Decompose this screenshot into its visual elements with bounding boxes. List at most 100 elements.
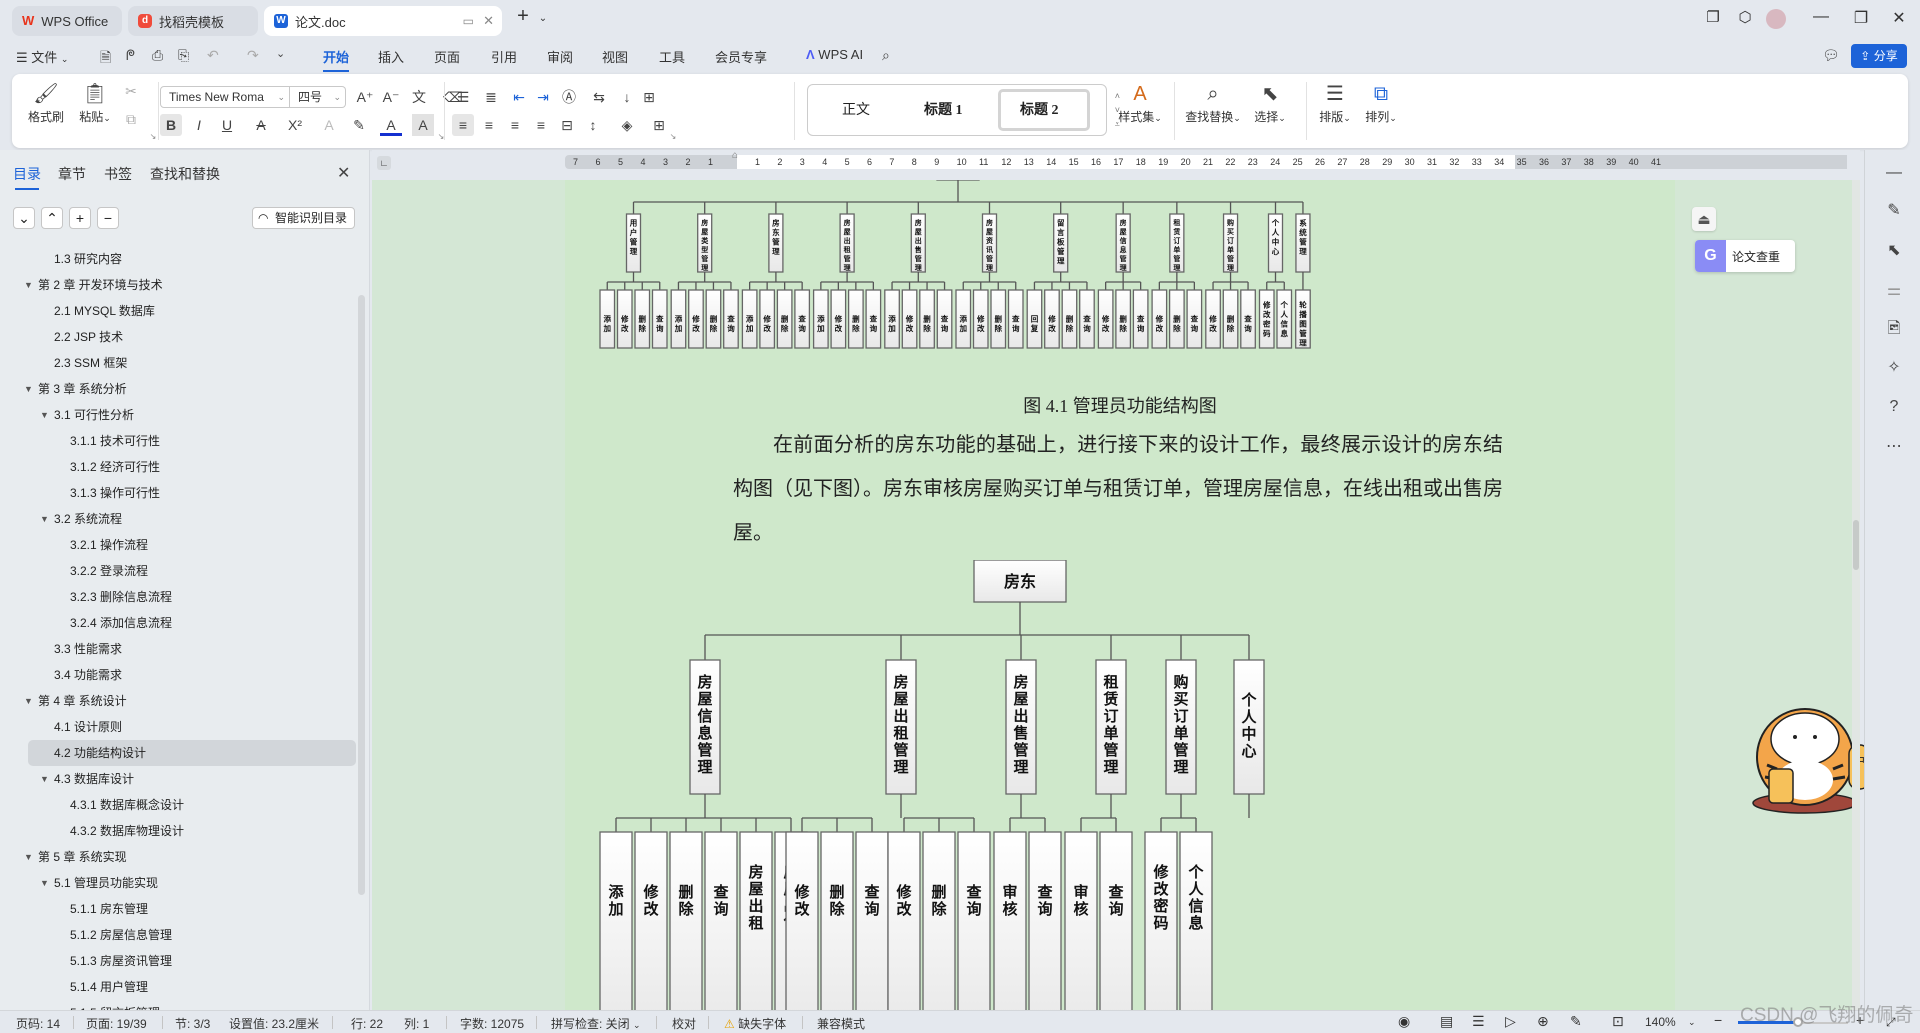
menu-tab-home[interactable]: 开始 <box>323 47 350 72</box>
style-set-button[interactable]: A 样式集⌄ <box>1114 80 1166 125</box>
tab-wps-office[interactable]: W WPS Office <box>12 6 122 36</box>
status-setting-value[interactable]: 设置值: 23.2厘米 <box>229 1015 319 1032</box>
proofread-button[interactable]: 校对 <box>672 1015 696 1032</box>
show-marks-icon[interactable]: ⊞ <box>638 86 660 108</box>
expand-triangle-icon[interactable]: ▼ <box>40 506 49 532</box>
select-cursor-icon[interactable]: ⬉ <box>1883 240 1905 262</box>
pen-mode-icon[interactable]: ✎ <box>1570 1013 1582 1030</box>
paragraph-launcher-icon[interactable]: ↘ <box>662 126 684 148</box>
select-button[interactable]: ⬉ 选择⌄ <box>1248 80 1292 125</box>
comment-bubble-icon[interactable]: 💬︎ <box>1822 47 1840 64</box>
menu-tab-insert[interactable]: 插入 <box>378 47 404 66</box>
zoom-out-button[interactable]: − <box>1714 1012 1722 1028</box>
more-options-icon[interactable]: ⋯ <box>1883 436 1905 458</box>
toc-item[interactable]: 3.1.3 操作可行性 <box>0 480 362 506</box>
play-icon[interactable]: ▷ <box>1505 1013 1516 1030</box>
justify-button[interactable]: ≡ <box>530 114 552 136</box>
tab-document[interactable]: W 论文.doc ▭ ✕ <box>264 6 502 36</box>
cut-icon[interactable]: ✂ <box>120 80 142 102</box>
collapse-up-button[interactable]: ⌃ <box>41 207 63 229</box>
expand-triangle-icon[interactable]: ▼ <box>40 870 49 896</box>
pen-edit-icon[interactable]: ✎ <box>1883 200 1905 222</box>
toc-item[interactable]: 2.1 MYSQL 数据库 <box>0 298 362 324</box>
nav-tab-toc[interactable]: 目录 <box>13 164 41 190</box>
close-window-button[interactable]: ✕ <box>1886 8 1912 28</box>
image-edit-icon[interactable]: 🖻︎ <box>1883 318 1905 340</box>
format-painter-button[interactable]: 🖌︎ 格式刷 <box>26 80 66 125</box>
nav-tab-bookmarks[interactable]: 书签 <box>104 164 132 184</box>
toc-item[interactable]: 4.2 功能结构设计 <box>28 740 356 766</box>
save-icon[interactable]: 🗎 <box>100 47 111 71</box>
status-col[interactable]: 列: 1 <box>404 1015 429 1032</box>
toc-item[interactable]: 3.2.2 登录流程 <box>0 558 362 584</box>
nav-tab-chapters[interactable]: 章节 <box>58 164 86 184</box>
shrink-button[interactable]: − <box>97 207 119 229</box>
toc-item[interactable]: 5.1.1 房东管理 <box>0 896 362 922</box>
spell-check-toggle[interactable]: 拼写检查: 关闭 ⌄ <box>551 1015 641 1032</box>
collapse-down-button[interactable]: ⌄ <box>13 207 35 229</box>
expand-triangle-icon[interactable]: ▼ <box>24 272 33 298</box>
toc-item[interactable]: ▼ 第 4 章 系统设计 <box>0 688 362 714</box>
toc-item[interactable]: 2.2 JSP 技术 <box>0 324 362 350</box>
superscript-button[interactable]: X² <box>284 114 306 136</box>
print-icon[interactable]: ⎙ <box>152 47 163 64</box>
line-direction-icon[interactable]: ⇆ <box>588 86 610 108</box>
pinyin-guide-icon[interactable]: 文 <box>408 86 430 108</box>
redo-icon[interactable]: ↷ <box>247 47 259 64</box>
italic-button[interactable]: I <box>188 114 210 136</box>
eye-protect-icon[interactable]: ◉ <box>1398 1013 1410 1030</box>
menu-tab-review[interactable]: 审阅 <box>547 47 573 66</box>
toc-item[interactable]: 1.3 研究内容 <box>0 246 362 272</box>
undo-icon[interactable]: ↶ <box>207 47 219 64</box>
vertical-scroll-thumb[interactable] <box>1853 520 1859 570</box>
toc-item[interactable]: 5.1.4 用户管理 <box>0 974 362 1000</box>
numbered-list-icon[interactable]: ≣ <box>480 86 502 108</box>
distributed-align-button[interactable]: ⊟ <box>556 114 578 136</box>
status-page-code[interactable]: 页码: 14 <box>16 1015 60 1032</box>
smart-toc-button[interactable]: ◠ 智能识别目录 <box>252 207 355 229</box>
search-icon[interactable]: ⌕ <box>882 47 890 64</box>
highlight-button[interactable]: ✎ <box>348 114 370 136</box>
print-preview-icon[interactable]: ⎘ <box>178 47 189 64</box>
file-menu[interactable]: ☰ 文件 ⌄ <box>16 47 68 66</box>
toc-item[interactable]: 4.3.1 数据库概念设计 <box>0 792 362 818</box>
align-right-button[interactable]: ≡ <box>504 114 526 136</box>
outline-view-icon[interactable]: ☰ <box>1472 1013 1485 1030</box>
export-pdf-icon[interactable]: ᖘ <box>126 47 135 64</box>
zoom-dropdown-icon[interactable]: ⌄ <box>1688 1017 1696 1028</box>
style-heading-2[interactable]: 标题 2 <box>1020 99 1059 119</box>
style-normal[interactable]: 正文 <box>842 99 870 119</box>
web-view-icon[interactable]: ⊕ <box>1537 1013 1549 1030</box>
toc-item[interactable]: ▼ 第 3 章 系统分析 <box>0 376 362 402</box>
align-left-button[interactable]: ≡ <box>452 114 474 136</box>
expand-triangle-icon[interactable]: ▼ <box>24 844 33 870</box>
expand-triangle-icon[interactable]: ▼ <box>24 376 33 402</box>
tab-docer-templates[interactable]: d 找稻壳模板 <box>128 6 258 36</box>
menu-tab-references[interactable]: 引用 <box>491 47 517 66</box>
status-section[interactable]: 节: 3/3 <box>175 1015 210 1032</box>
status-word-count[interactable]: 字数: 12075 <box>460 1015 524 1032</box>
arrange-button[interactable]: ⧉ 排列⌄ <box>1360 80 1402 125</box>
menu-tab-member[interactable]: 会员专享 <box>715 47 767 66</box>
decrease-indent-icon[interactable]: ⇤ <box>508 86 530 108</box>
missing-font-button[interactable]: ⚠ 缺失字体 <box>724 1015 786 1032</box>
collapse-sidebar-icon[interactable]: — <box>1883 162 1905 184</box>
minimize-button[interactable]: — <box>1808 8 1834 26</box>
text-effect-button[interactable]: A <box>318 114 340 136</box>
grow-font-icon[interactable]: A⁺ <box>354 86 376 108</box>
toc-item[interactable]: 3.2.1 操作流程 <box>0 532 362 558</box>
document-page[interactable]: 管理员用户管理添加修改删除查询房屋类型管理添加修改删除查询房东管理添加修改删除查… <box>565 180 1675 1010</box>
underline-button[interactable]: U <box>216 114 238 136</box>
align-center-button[interactable]: ≡ <box>478 114 500 136</box>
toc-item[interactable]: 5.1.2 房屋信息管理 <box>0 922 362 948</box>
page-view-icon[interactable]: ▤ <box>1440 1013 1453 1030</box>
line-spacing-button[interactable]: ↕ <box>582 114 604 136</box>
toc-scrollbar[interactable] <box>358 295 365 895</box>
more-chevron-icon[interactable]: ⌄ <box>276 47 285 60</box>
font-color-button[interactable]: A <box>380 114 402 136</box>
toc-item[interactable]: ▼ 3.1 可行性分析 <box>0 402 362 428</box>
expand-triangle-icon[interactable]: ▼ <box>40 402 49 428</box>
menu-tab-tools[interactable]: 工具 <box>659 47 685 66</box>
status-row[interactable]: 行: 22 <box>351 1015 383 1032</box>
wps-ai-button[interactable]: Λ WPS AI <box>806 47 863 62</box>
